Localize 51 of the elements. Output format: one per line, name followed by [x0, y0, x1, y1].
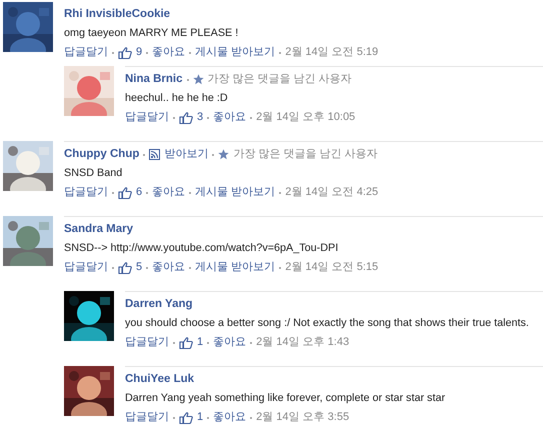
comment-time: 2월 14일 오후 3:55	[256, 410, 350, 426]
comment-text: you should choose a better song :/ Not exactly the song that shows their true talents.	[125, 316, 530, 331]
comment-text: omg taeyeon MARRY ME PLEASE !	[64, 26, 240, 41]
thumbs-up-icon	[118, 262, 132, 274]
thumbs-up-icon	[118, 46, 132, 58]
comment-text: Darren Yang yeah something like forever, complete or star star star	[125, 391, 446, 406]
author-name[interactable]: ChuiYee Luk	[125, 370, 194, 388]
star-icon	[218, 149, 230, 160]
subscribe-link[interactable]: 받아보기	[164, 146, 208, 163]
reply-link[interactable]: 답글달기	[64, 259, 108, 276]
follow-post-link[interactable]: 게시물 받아보기	[195, 44, 276, 61]
like-count[interactable]: 1	[197, 334, 204, 351]
reply-link[interactable]: 답글달기	[64, 184, 108, 201]
comment-time: 2월 14일 오전 4:25	[285, 185, 378, 200]
comment-time: 2월 14일 오전 5:15	[285, 260, 378, 276]
like-count[interactable]: 1	[197, 409, 204, 426]
comment-time: 2월 14일 오후 1:43	[256, 335, 350, 350]
star-icon	[192, 74, 204, 85]
reply-link[interactable]: 답글달기	[125, 109, 169, 126]
author-name[interactable]: Rhi InvisibleCookie	[64, 6, 170, 24]
author-name[interactable]: Nina Brnic	[125, 70, 183, 88]
like-link[interactable]: 좋아요	[152, 259, 186, 276]
author-name[interactable]: Chuppy Chup	[64, 146, 140, 164]
like-count[interactable]: 5	[136, 259, 142, 276]
comment-time: 2월 14일 오전 5:19	[285, 45, 378, 60]
reply-link[interactable]: 답글달기	[125, 409, 169, 426]
like-count[interactable]: 3	[197, 109, 204, 126]
reply-link[interactable]: 답글달기	[64, 44, 108, 61]
comment-text: SNSD Band	[64, 166, 124, 181]
like-link[interactable]: 좋아요	[152, 44, 186, 61]
rss-icon	[149, 149, 160, 160]
thumbs-up-icon	[179, 112, 193, 124]
comment-time: 2월 14일 오후 10:05	[256, 110, 356, 126]
comment-text: heechul.. he he he :D	[125, 91, 229, 106]
like-count[interactable]: 6	[136, 184, 142, 201]
like-link[interactable]: 좋아요	[213, 109, 246, 126]
follow-post-link[interactable]: 게시물 받아보기	[195, 184, 276, 201]
top-commenter-label: 가장 많은 댓글을 남긴 사용자	[233, 147, 378, 162]
like-link[interactable]: 좋아요	[213, 334, 246, 351]
author-name[interactable]: Darren Yang	[125, 296, 193, 314]
top-commenter-label: 가장 많은 댓글을 남긴 사용자	[208, 72, 352, 88]
author-name[interactable]: Sandra Mary	[64, 220, 134, 238]
reply-link[interactable]: 답글달기	[125, 334, 169, 351]
thumbs-up-icon	[179, 336, 193, 348]
like-count[interactable]: 9	[136, 44, 142, 61]
thumbs-up-icon	[179, 412, 193, 424]
like-link[interactable]: 좋아요	[213, 409, 246, 426]
like-link[interactable]: 좋아요	[152, 184, 186, 201]
follow-post-link[interactable]: 게시물 받아보기	[195, 259, 276, 276]
thumbs-up-icon	[118, 186, 132, 198]
comment-text: SNSD--> http://www.youtube.com/watch?v=6pA_Tou-DPI	[64, 241, 340, 256]
